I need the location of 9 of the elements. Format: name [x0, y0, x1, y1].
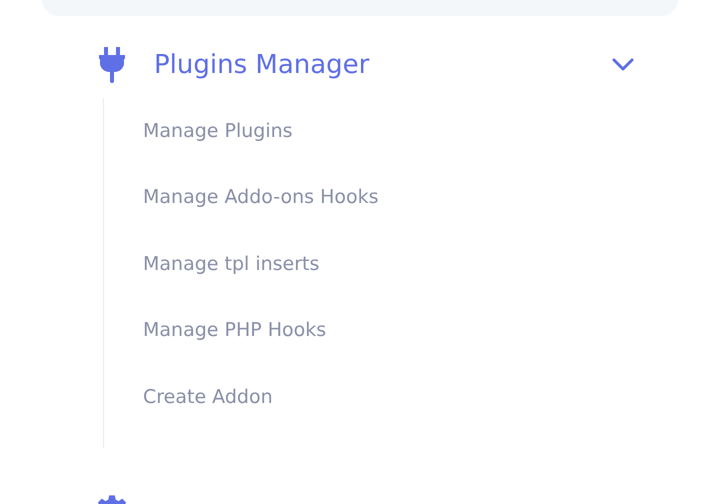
submenu-item[interactable]: Manage tpl inserts	[143, 248, 320, 316]
submenu-item[interactable]: Manage PHP Hooks	[143, 315, 326, 382]
chevron-icon	[612, 58, 634, 72]
menu-title: Plugins Manager	[154, 48, 370, 82]
plug-icon	[98, 47, 126, 83]
submenu-item[interactable]: Create Addon	[143, 382, 273, 448]
menu-header[interactable]: Plugins Manager	[98, 46, 634, 84]
submenu-item[interactable]: Manage Plugins	[143, 116, 293, 182]
submenu-item[interactable]: Manage Addo-ons Hooks	[143, 182, 379, 249]
